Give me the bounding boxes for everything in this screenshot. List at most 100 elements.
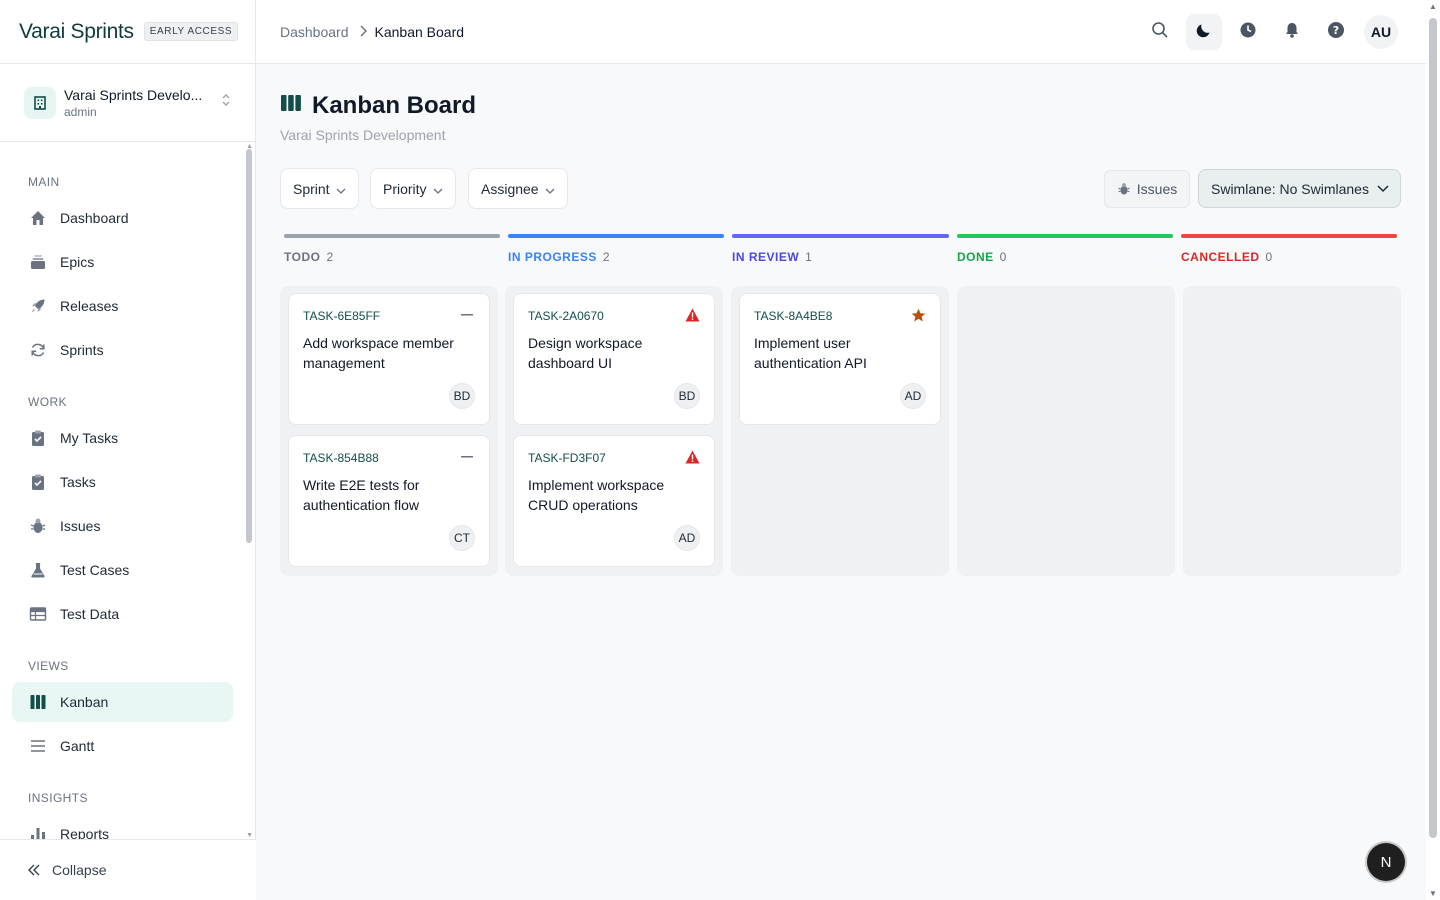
notifications-button[interactable] <box>1274 14 1310 50</box>
sidebar-item-test-cases[interactable]: Test Cases <box>12 550 233 590</box>
main-scrollbar-thumb[interactable] <box>1429 18 1437 838</box>
main-content: Kanban Board Varai Sprints Development S… <box>256 64 1426 900</box>
column-count: 0 <box>999 250 1007 264</box>
task-card[interactable]: TASK-854B88 Write E2E tests for authenti… <box>288 435 490 567</box>
priority-filter[interactable]: Priority <box>370 168 456 209</box>
task-id[interactable]: TASK-FD3F07 <box>528 451 606 465</box>
sidebar: Varai Sprints EARLY ACCESS Varai Sprints… <box>0 0 256 900</box>
main-scrollbar[interactable]: ▲ ▼ <box>1426 0 1440 900</box>
page-title: Kanban Board <box>312 92 477 119</box>
breadcrumb-dashboard-link[interactable]: Dashboard <box>280 24 349 40</box>
sidebar-item-reports[interactable]: Reports <box>12 814 233 839</box>
section-label-insights: INSIGHTS <box>28 791 88 805</box>
assignee-avatar[interactable]: AD <box>900 383 926 409</box>
column-title: CANCELLED <box>1181 250 1260 264</box>
brand-name[interactable]: Varai Sprints <box>19 20 134 44</box>
sidebar-item-dashboard[interactable]: Dashboard <box>12 198 233 238</box>
help-button[interactable]: ? <box>1318 14 1354 50</box>
sidebar-item-epics[interactable]: Epics <box>12 242 233 282</box>
help-icon: ? <box>1327 21 1345 44</box>
sidebar-item-my-tasks[interactable]: My Tasks <box>12 418 233 458</box>
table-icon <box>28 604 48 624</box>
workspace-switcher[interactable]: Varai Sprints Develo... admin <box>0 64 255 142</box>
sidebar-item-releases[interactable]: Releases <box>12 286 233 326</box>
sprint-filter[interactable]: Sprint <box>280 168 359 209</box>
double-chevron-left-icon <box>26 862 42 878</box>
star-icon <box>910 307 926 323</box>
sidebar-item-label: Test Cases <box>60 562 130 578</box>
sidebar-item-kanban[interactable]: Kanban <box>12 682 233 722</box>
task-card[interactable]: TASK-FD3F07 Implement workspace CRUD ope… <box>513 435 715 567</box>
assignee-avatar[interactable]: AD <box>674 525 700 551</box>
issues-toggle-button[interactable]: Issues <box>1104 170 1190 208</box>
sidebar-item-issues[interactable]: Issues <box>12 506 233 546</box>
user-avatar[interactable]: AU <box>1364 15 1398 49</box>
task-id[interactable]: TASK-854B88 <box>303 451 379 465</box>
assignee-avatar[interactable]: CT <box>449 525 475 551</box>
sidebar-item-gantt[interactable]: Gantt <box>12 726 233 766</box>
task-card[interactable]: TASK-6E85FF Add workspace member managem… <box>288 293 490 425</box>
assignee-filter-label: Assignee <box>481 180 539 197</box>
search-button[interactable] <box>1142 14 1178 50</box>
chevron-down-icon <box>433 181 443 197</box>
home-icon <box>28 208 48 228</box>
early-access-badge: EARLY ACCESS <box>143 22 239 41</box>
sidebar-item-label: Kanban <box>60 694 109 710</box>
dev-tools-badge[interactable]: N <box>1367 843 1405 881</box>
sidebar-item-test-data[interactable]: Test Data <box>12 594 233 634</box>
task-id[interactable]: TASK-8A4BE8 <box>754 309 832 323</box>
column-title: DONE <box>957 250 994 264</box>
brand-header: Varai Sprints EARLY ACCESS <box>0 0 255 64</box>
top-bar: Dashboard Kanban Board ? AU <box>256 0 1426 64</box>
bug-icon <box>28 516 48 536</box>
sidebar-item-label: Releases <box>60 298 119 314</box>
column-count: 1 <box>805 250 813 264</box>
task-title: Implement user authentication API <box>754 335 867 371</box>
layers-icon <box>28 252 48 272</box>
task-card[interactable]: TASK-8A4BE8 Implement user authenticatio… <box>739 293 941 425</box>
sidebar-item-label: Issues <box>60 518 101 534</box>
task-id[interactable]: TASK-6E85FF <box>303 309 380 323</box>
page-subtitle: Varai Sprints Development <box>280 127 446 143</box>
history-button[interactable] <box>1230 14 1266 50</box>
sidebar-item-tasks[interactable]: Tasks <box>12 462 233 502</box>
collapse-button[interactable]: Collapse <box>0 839 256 900</box>
sidebar-item-label: Tasks <box>60 474 96 490</box>
svg-text:?: ? <box>1333 24 1339 37</box>
sidebar-scrollbar[interactable] <box>246 149 252 543</box>
scroll-down-icon[interactable]: ▼ <box>246 832 253 839</box>
bar-chart-icon <box>28 824 48 839</box>
issues-toggle-label: Issues <box>1136 181 1178 197</box>
task-id[interactable]: TASK-2A0670 <box>528 309 604 323</box>
column-cancelled[interactable] <box>1183 286 1401 576</box>
column-done[interactable] <box>957 286 1175 576</box>
swimlane-select[interactable]: Swimlane: No Swimlanes <box>1198 169 1401 208</box>
column-header-done: DONE 0 <box>957 250 1007 264</box>
scroll-up-icon[interactable]: ▲ <box>1429 2 1437 11</box>
scroll-down-icon[interactable]: ▼ <box>1429 889 1437 898</box>
assignee-avatar[interactable]: BD <box>449 383 475 409</box>
collapse-label: Collapse <box>52 862 107 878</box>
column-title: IN REVIEW <box>732 250 800 264</box>
sidebar-nav: ▲ ▼ MAIN Dashboard Epics Releases Sprint… <box>0 143 256 839</box>
column-header-in-review: IN REVIEW 1 <box>732 250 812 264</box>
sidebar-item-label: Dashboard <box>60 210 129 226</box>
sidebar-item-sprints[interactable]: Sprints <box>12 330 233 370</box>
assignee-filter[interactable]: Assignee <box>468 168 568 209</box>
theme-toggle-button[interactable] <box>1186 14 1222 50</box>
sidebar-item-label: Sprints <box>60 342 104 358</box>
chevron-updown-icon <box>221 93 231 112</box>
warning-icon <box>684 307 700 323</box>
chevron-right-icon <box>359 24 367 40</box>
sidebar-item-label: My Tasks <box>60 430 119 446</box>
search-icon <box>1151 21 1169 44</box>
task-title: Design workspace dashboard UI <box>528 335 643 371</box>
clock-icon <box>1239 21 1257 44</box>
building-icon <box>24 86 56 119</box>
assignee-avatar[interactable]: BD <box>674 383 700 409</box>
task-title: Write E2E tests for authentication flow <box>303 477 420 513</box>
task-card[interactable]: TASK-2A0670 Design workspace dashboard U… <box>513 293 715 425</box>
task-title: Implement workspace CRUD operations <box>528 477 665 513</box>
column-bar-in-review <box>732 234 949 238</box>
column-bar-cancelled <box>1181 234 1397 238</box>
